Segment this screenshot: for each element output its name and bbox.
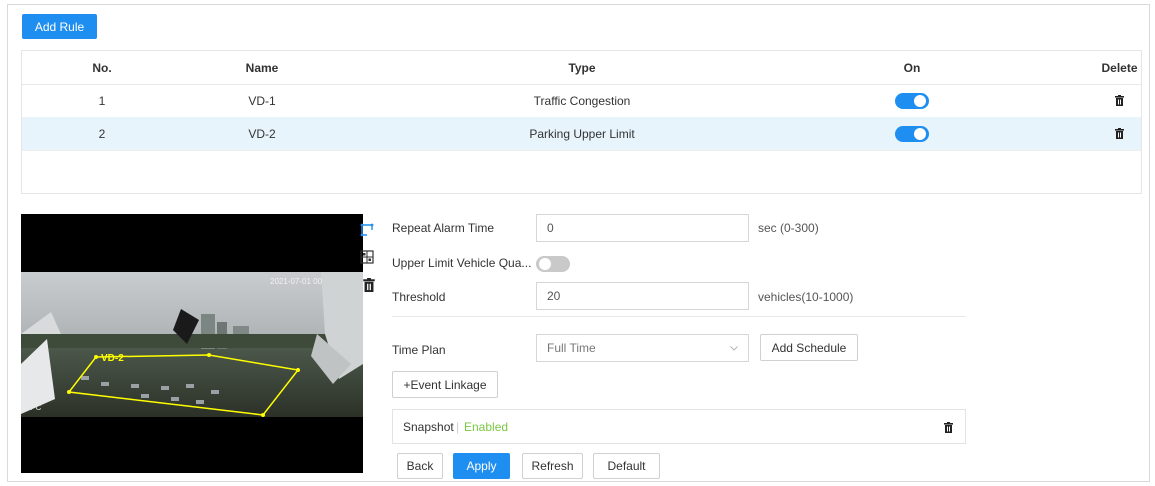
row-type: Parking Upper Limit [529,126,635,141]
snapshot-separator: | [456,420,460,434]
table-row[interactable]: 1 VD-1 Traffic Congestion [22,84,1141,118]
divider [392,316,966,317]
snapshot-row: Snapshot | Enabled [392,409,966,444]
chevron-down-icon [730,346,738,351]
header-type: Type [568,60,596,75]
event-linkage-button[interactable]: +Event Linkage [392,371,498,398]
trash-icon[interactable] [1115,95,1124,106]
time-plan-value: Full Time [547,341,596,355]
time-plan-label: Time Plan [392,343,446,357]
back-button[interactable]: Back [397,453,443,479]
snapshot-label: Snapshot [403,420,454,434]
row-on-cell [882,117,942,150]
row-on-cell [882,84,942,117]
table-header: No. Name Type On Delete [22,51,1141,85]
region-label: VD-2 [101,353,124,364]
header-no: No. [92,60,112,75]
snapshot-status: Enabled [464,420,509,434]
row-delete-cell [1097,84,1142,117]
repeat-alarm-time-unit: sec (0-300) [758,221,819,235]
header-on: On [903,60,921,75]
osd-channel: IPC [28,403,42,412]
osd-timestamp: 2021-07-01 00 [270,277,323,286]
row-name: VD-2 [248,126,276,141]
time-plan-select[interactable]: Full Time [536,334,749,362]
row-name: VD-1 [248,93,276,108]
default-button[interactable]: Default [593,453,660,479]
table-row[interactable]: 2 VD-2 Parking Upper Limit [22,117,1141,151]
row-no: 1 [98,93,106,108]
grid-icon[interactable] [360,250,374,264]
upper-limit-label: Upper Limit Vehicle Qua... [392,256,532,270]
video-preview[interactable]: VD-2 2021-07-01 00 IPC [21,214,363,473]
apply-button[interactable]: Apply [453,453,510,479]
trash-icon[interactable] [944,422,953,433]
rule-enable-toggle[interactable] [895,92,929,109]
header-name: Name [245,60,279,75]
threshold-label: Threshold [392,290,446,304]
rule-table: No. Name Type On Delete 1 VD-1 Traffic C… [21,50,1142,194]
repeat-alarm-time-label: Repeat Alarm Time [392,221,495,235]
upper-limit-toggle[interactable] [536,256,570,272]
row-type: Traffic Congestion [533,93,631,108]
camera-scene [21,272,363,417]
row-delete-cell [1097,117,1142,150]
threshold-unit: vehicles(10-1000) [758,290,854,304]
add-rule-button[interactable]: Add Rule [22,14,97,39]
add-schedule-button[interactable]: Add Schedule [760,334,858,361]
repeat-alarm-time-input[interactable]: 0 [536,214,749,242]
trash-icon[interactable] [1115,128,1124,139]
rule-enable-toggle[interactable] [895,125,929,142]
header-delete: Delete [1101,60,1138,75]
threshold-input[interactable]: 20 [536,282,749,310]
refresh-button[interactable]: Refresh [522,453,583,479]
draw-area-icon[interactable] [360,223,374,237]
trash-icon[interactable] [362,278,376,292]
row-no: 2 [98,126,106,141]
